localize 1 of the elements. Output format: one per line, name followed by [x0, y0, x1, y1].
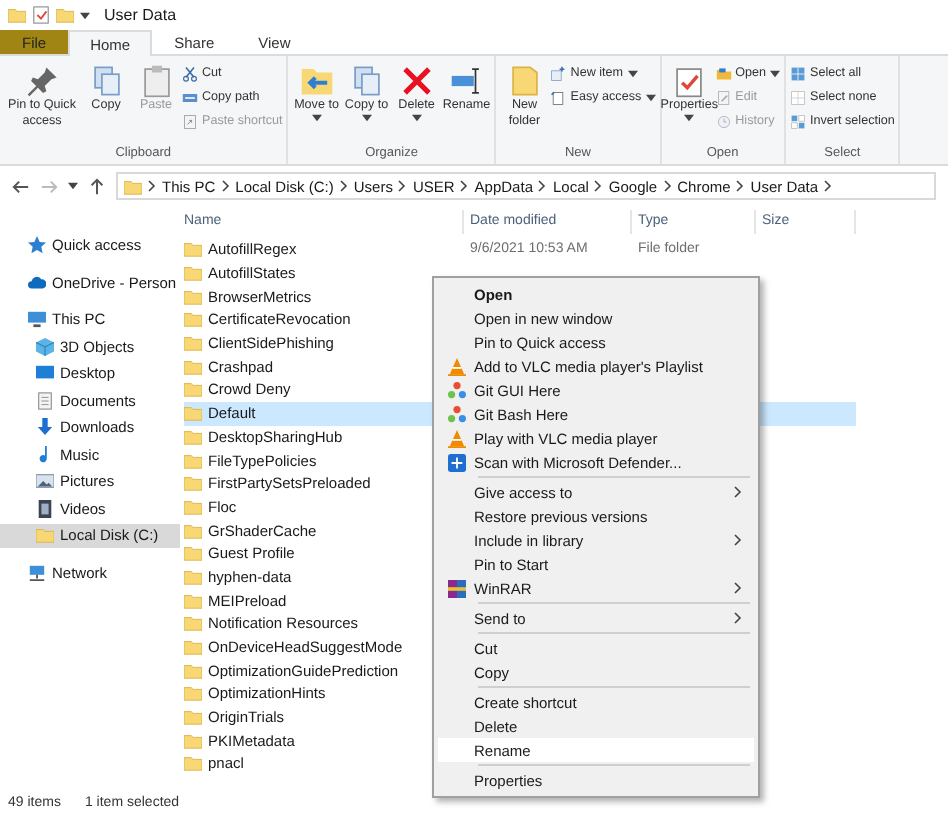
window-title: User Data	[104, 6, 177, 24]
